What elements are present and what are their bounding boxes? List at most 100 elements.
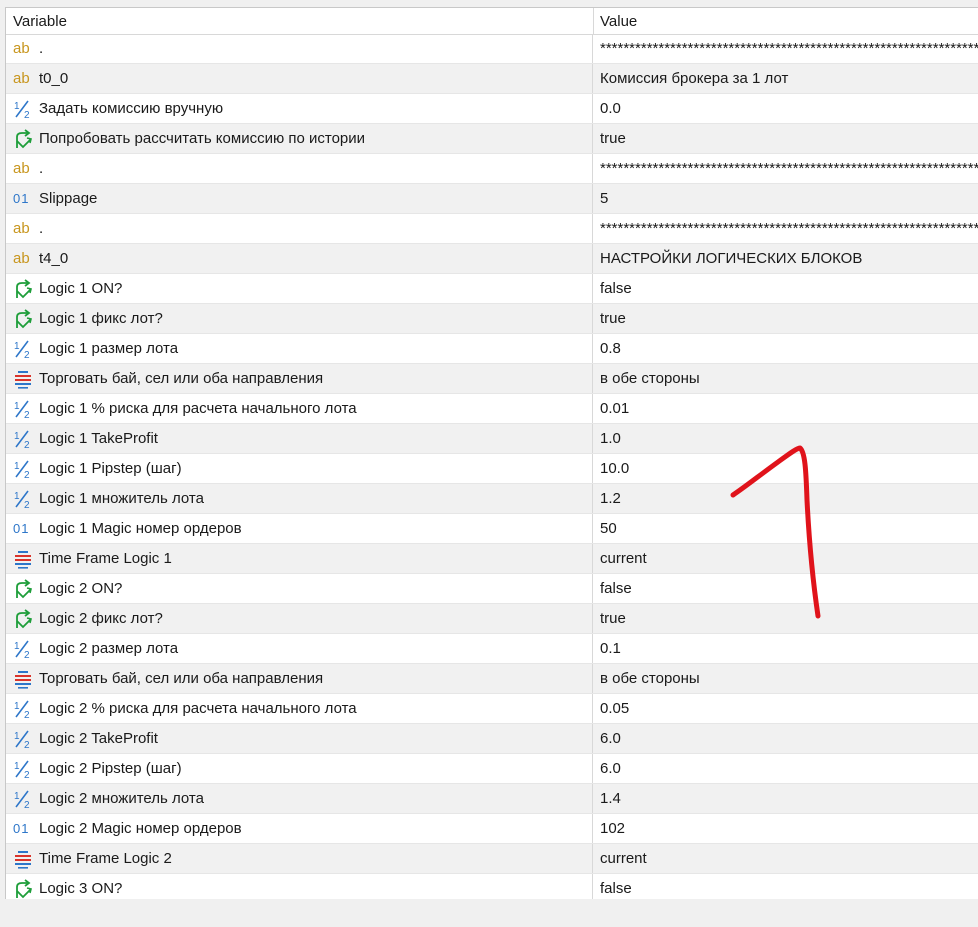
value-cell[interactable]: 0.8	[600, 334, 978, 363]
variable-name: Logic 2 Magic номер ордеров	[39, 820, 242, 837]
value-cell[interactable]: current	[600, 544, 978, 573]
value-cell[interactable]: 6.0	[600, 724, 978, 753]
table-row[interactable]: Logic 3 ON? false	[6, 874, 978, 899]
value-cell[interactable]: в обе стороны	[600, 664, 978, 693]
variable-name: Logic 1 размер лота	[39, 340, 179, 357]
variable-cell[interactable]: 1 2 Logic 2 Pipstep (шаг)	[6, 754, 593, 783]
value-cell[interactable]: true	[600, 604, 978, 633]
variable-cell[interactable]: 1 2 Logic 1 % риска для расчета начального…	[6, 394, 593, 423]
variable-cell[interactable]: 1 2 Logic 2 TakeProfit	[6, 724, 593, 753]
table-row[interactable]: ab t4_0 НАСТРОЙКИ ЛОГИЧЕСКИХ БЛОКОВ	[6, 244, 978, 274]
variable-cell[interactable]: ab.	[6, 154, 593, 183]
value-cell[interactable]: ****************************************…	[600, 214, 978, 243]
table-row[interactable]: Logic 2 фикс лот? true	[6, 604, 978, 634]
table-row[interactable]: 01 Logic 2 Magic номер ордеров 102	[6, 814, 978, 844]
ab-text-icon: ab	[13, 250, 30, 267]
variable-cell[interactable]: 1 2 Logic 2 размер лота	[6, 634, 593, 663]
table-row[interactable]: 1 2 Logic 2 множитель лота 1.4	[6, 784, 978, 814]
value-cell[interactable]: Комиссия брокера за 1 лот	[600, 64, 978, 93]
table-row[interactable]: Time Frame Logic 2 current	[6, 844, 978, 874]
table-row[interactable]: 1 2 Logic 2 размер лота 0.1	[6, 634, 978, 664]
svg-text:1: 1	[14, 731, 20, 742]
table-row[interactable]: Time Frame Logic 1 current	[6, 544, 978, 574]
table-row[interactable]: 1 2 Logic 1 % риска для расчета начального…	[6, 394, 978, 424]
value-cell[interactable]: ****************************************…	[600, 154, 978, 183]
table-row[interactable]: 1 2 Задать комиссию вручную 0.0	[6, 94, 978, 124]
half-fraction-icon: 12	[13, 489, 35, 509]
value-cell[interactable]: 0.05	[600, 694, 978, 723]
variable-cell[interactable]: Time Frame Logic 1	[6, 544, 593, 573]
value-cell[interactable]: true	[600, 124, 978, 153]
table-row[interactable]: 1 2 Logic 2 Pipstep (шаг) 6.0	[6, 754, 978, 784]
value-cell[interactable]: 1.4	[600, 784, 978, 813]
value-cell[interactable]: false	[600, 874, 978, 899]
table-row[interactable]: 1 2 Logic 1 множитель лота 1.2	[6, 484, 978, 514]
value-cell[interactable]: true	[600, 304, 978, 333]
value-cell[interactable]: 1.2	[600, 484, 978, 513]
value-cell[interactable]: 10.0	[600, 454, 978, 483]
table-row[interactable]: 1 2 Logic 1 размер лота 0.8	[6, 334, 978, 364]
value-cell[interactable]: 6.0	[600, 754, 978, 783]
variable-cell[interactable]: 1 2 Logic 2 % риска для расчета начального…	[6, 694, 593, 723]
variable-cell[interactable]: ab t0_0	[6, 64, 593, 93]
value-cell[interactable]: 0.01	[600, 394, 978, 423]
table-row[interactable]: ab t0_0 Комиссия брокера за 1 лот	[6, 64, 978, 94]
value-cell[interactable]: в обе стороны	[600, 364, 978, 393]
table-row[interactable]: 1 2 Logic 1 TakeProfit 1.0	[6, 424, 978, 454]
table-row[interactable]: ab. *************************************…	[6, 214, 978, 244]
variable-cell[interactable]: Торговать бай, сел или оба направления	[6, 664, 593, 693]
half-fraction-icon: 12	[13, 729, 35, 749]
value-cell[interactable]: 50	[600, 514, 978, 543]
variable-cell[interactable]: Logic 2 фикс лот?	[6, 604, 593, 633]
table-row[interactable]: 1 2 Logic 2 % риска для расчета начального…	[6, 694, 978, 724]
table-row[interactable]: Logic 1 фикс лот? true	[6, 304, 978, 334]
table-row[interactable]: 1 2 Logic 1 Pipstep (шаг) 10.0	[6, 454, 978, 484]
variable-cell[interactable]: 1 2 Logic 2 множитель лота	[6, 784, 593, 813]
value-cell[interactable]: 102	[600, 814, 978, 843]
variable-cell[interactable]: ab t4_0	[6, 244, 593, 273]
value-cell[interactable]: НАСТРОЙКИ ЛОГИЧЕСКИХ БЛОКОВ	[600, 244, 978, 273]
table-row[interactable]: Logic 1 ON? false	[6, 274, 978, 304]
svg-text:2: 2	[24, 410, 30, 419]
variable-cell[interactable]: Попробовать рассчитать комиссию по истор…	[6, 124, 593, 153]
half-fraction-icon: 12	[13, 639, 35, 659]
value-cell[interactable]: 1.0	[600, 424, 978, 453]
value-cell[interactable]: 0.0	[600, 94, 978, 123]
variable-cell[interactable]: ab.	[6, 214, 593, 243]
value-cell[interactable]: ****************************************…	[600, 34, 978, 63]
variable-cell[interactable]: 1 2 Logic 1 множитель лота	[6, 484, 593, 513]
variable-cell[interactable]: Logic 3 ON?	[6, 874, 593, 899]
variable-cell[interactable]: Logic 2 ON?	[6, 574, 593, 603]
table-row[interactable]: 01 Slippage 5	[6, 184, 978, 214]
variable-cell[interactable]: 1 2 Logic 1 Pipstep (шаг)	[6, 454, 593, 483]
table-row[interactable]: Попробовать рассчитать комиссию по истор…	[6, 124, 978, 154]
column-divider[interactable]	[593, 8, 594, 34]
table-row[interactable]: Logic 2 ON? false	[6, 574, 978, 604]
value-cell[interactable]: 5	[600, 184, 978, 213]
variable-cell[interactable]: Logic 1 фикс лот?	[6, 304, 593, 333]
table-row[interactable]: Торговать бай, сел или оба направления в …	[6, 364, 978, 394]
value-cell[interactable]: false	[600, 274, 978, 303]
value-cell[interactable]: false	[600, 574, 978, 603]
variable-cell[interactable]: 1 2 Logic 1 TakeProfit	[6, 424, 593, 453]
variable-name: Logic 1 Magic номер ордеров	[39, 520, 242, 537]
table-row[interactable]: 1 2 Logic 2 TakeProfit 6.0	[6, 724, 978, 754]
variable-cell[interactable]: 01 Slippage	[6, 184, 593, 213]
table-row[interactable]: 01 Logic 1 Magic номер ордеров 50	[6, 514, 978, 544]
column-header-variable[interactable]: Variable	[13, 8, 67, 34]
variable-cell[interactable]: 1 2 Logic 1 размер лота	[6, 334, 593, 363]
column-header-value[interactable]: Value	[600, 8, 637, 34]
variable-cell[interactable]: Time Frame Logic 2	[6, 844, 593, 873]
variable-cell[interactable]: 01 Logic 2 Magic номер ордеров	[6, 814, 593, 843]
value-cell[interactable]: current	[600, 844, 978, 873]
table-row[interactable]: Торговать бай, сел или оба направления в …	[6, 664, 978, 694]
variable-cell[interactable]: 01 Logic 1 Magic номер ордеров	[6, 514, 593, 543]
half-fraction-icon: 12	[13, 789, 35, 809]
table-row[interactable]: ab. *************************************…	[6, 34, 978, 64]
value-cell[interactable]: 0.1	[600, 634, 978, 663]
variable-cell[interactable]: 1 2 Задать комиссию вручную	[6, 94, 593, 123]
variable-cell[interactable]: Торговать бай, сел или оба направления	[6, 364, 593, 393]
variable-cell[interactable]: ab.	[6, 34, 593, 63]
table-row[interactable]: ab. *************************************…	[6, 154, 978, 184]
variable-cell[interactable]: Logic 1 ON?	[6, 274, 593, 303]
